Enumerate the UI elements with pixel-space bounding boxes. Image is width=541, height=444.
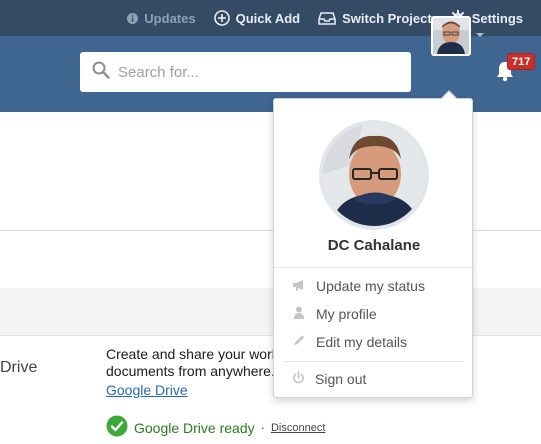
menu-item-my-profile[interactable]: My profile bbox=[292, 303, 462, 325]
quick-add-label: Quick Add bbox=[235, 10, 301, 26]
search-input[interactable] bbox=[118, 63, 388, 81]
menu-item-label: Update my status bbox=[316, 278, 425, 294]
dropdown-pointer-fill bbox=[441, 92, 457, 100]
menu-item-edit-details[interactable]: Edit my details bbox=[292, 331, 462, 353]
menu-item-label: Sign out bbox=[315, 371, 367, 387]
info-icon bbox=[127, 12, 139, 24]
search-icon bbox=[92, 61, 110, 84]
divider bbox=[274, 267, 474, 268]
google-drive-link[interactable]: Google Drive bbox=[106, 382, 188, 398]
chevron-down-icon[interactable] bbox=[476, 33, 484, 37]
pencil-icon bbox=[292, 334, 306, 350]
separator: · bbox=[260, 420, 265, 435]
updates-link[interactable]: Updates bbox=[127, 10, 196, 26]
user-avatar-button[interactable] bbox=[431, 16, 471, 56]
updates-label: Updates bbox=[144, 10, 196, 26]
avatar bbox=[433, 18, 469, 54]
notification-count-badge: 717 bbox=[507, 53, 536, 70]
person-icon bbox=[292, 306, 306, 322]
disconnect-link[interactable]: Disconnect bbox=[271, 422, 325, 434]
switch-project-button[interactable]: Switch Project bbox=[318, 11, 432, 26]
inbox-tray-icon bbox=[318, 11, 336, 25]
status-text: Google Drive ready bbox=[134, 419, 255, 436]
menu-item-sign-out[interactable]: Sign out bbox=[292, 368, 462, 390]
divider bbox=[284, 361, 464, 362]
plus-circle-icon bbox=[213, 10, 230, 26]
check-circle-icon bbox=[106, 415, 128, 440]
menu-item-update-status[interactable]: Update my status bbox=[292, 275, 462, 297]
power-icon bbox=[292, 371, 305, 387]
search-box[interactable] bbox=[80, 52, 411, 92]
integration-name: Drive bbox=[0, 359, 38, 376]
user-name: DC Cahalane bbox=[327, 237, 421, 254]
menu-item-label: Edit my details bbox=[316, 334, 408, 350]
profile-photo bbox=[319, 120, 429, 230]
switch-project-label: Switch Project bbox=[342, 10, 432, 26]
quick-add-button[interactable]: Quick Add bbox=[213, 10, 301, 26]
settings-label: Settings bbox=[471, 10, 523, 26]
integration-status: Google Drive ready · Disconnect bbox=[106, 415, 325, 440]
menu-item-label: My profile bbox=[316, 306, 377, 322]
user-menu-dropdown: DC Cahalane Update my status My profile … bbox=[273, 98, 474, 398]
megaphone-icon bbox=[292, 278, 306, 294]
